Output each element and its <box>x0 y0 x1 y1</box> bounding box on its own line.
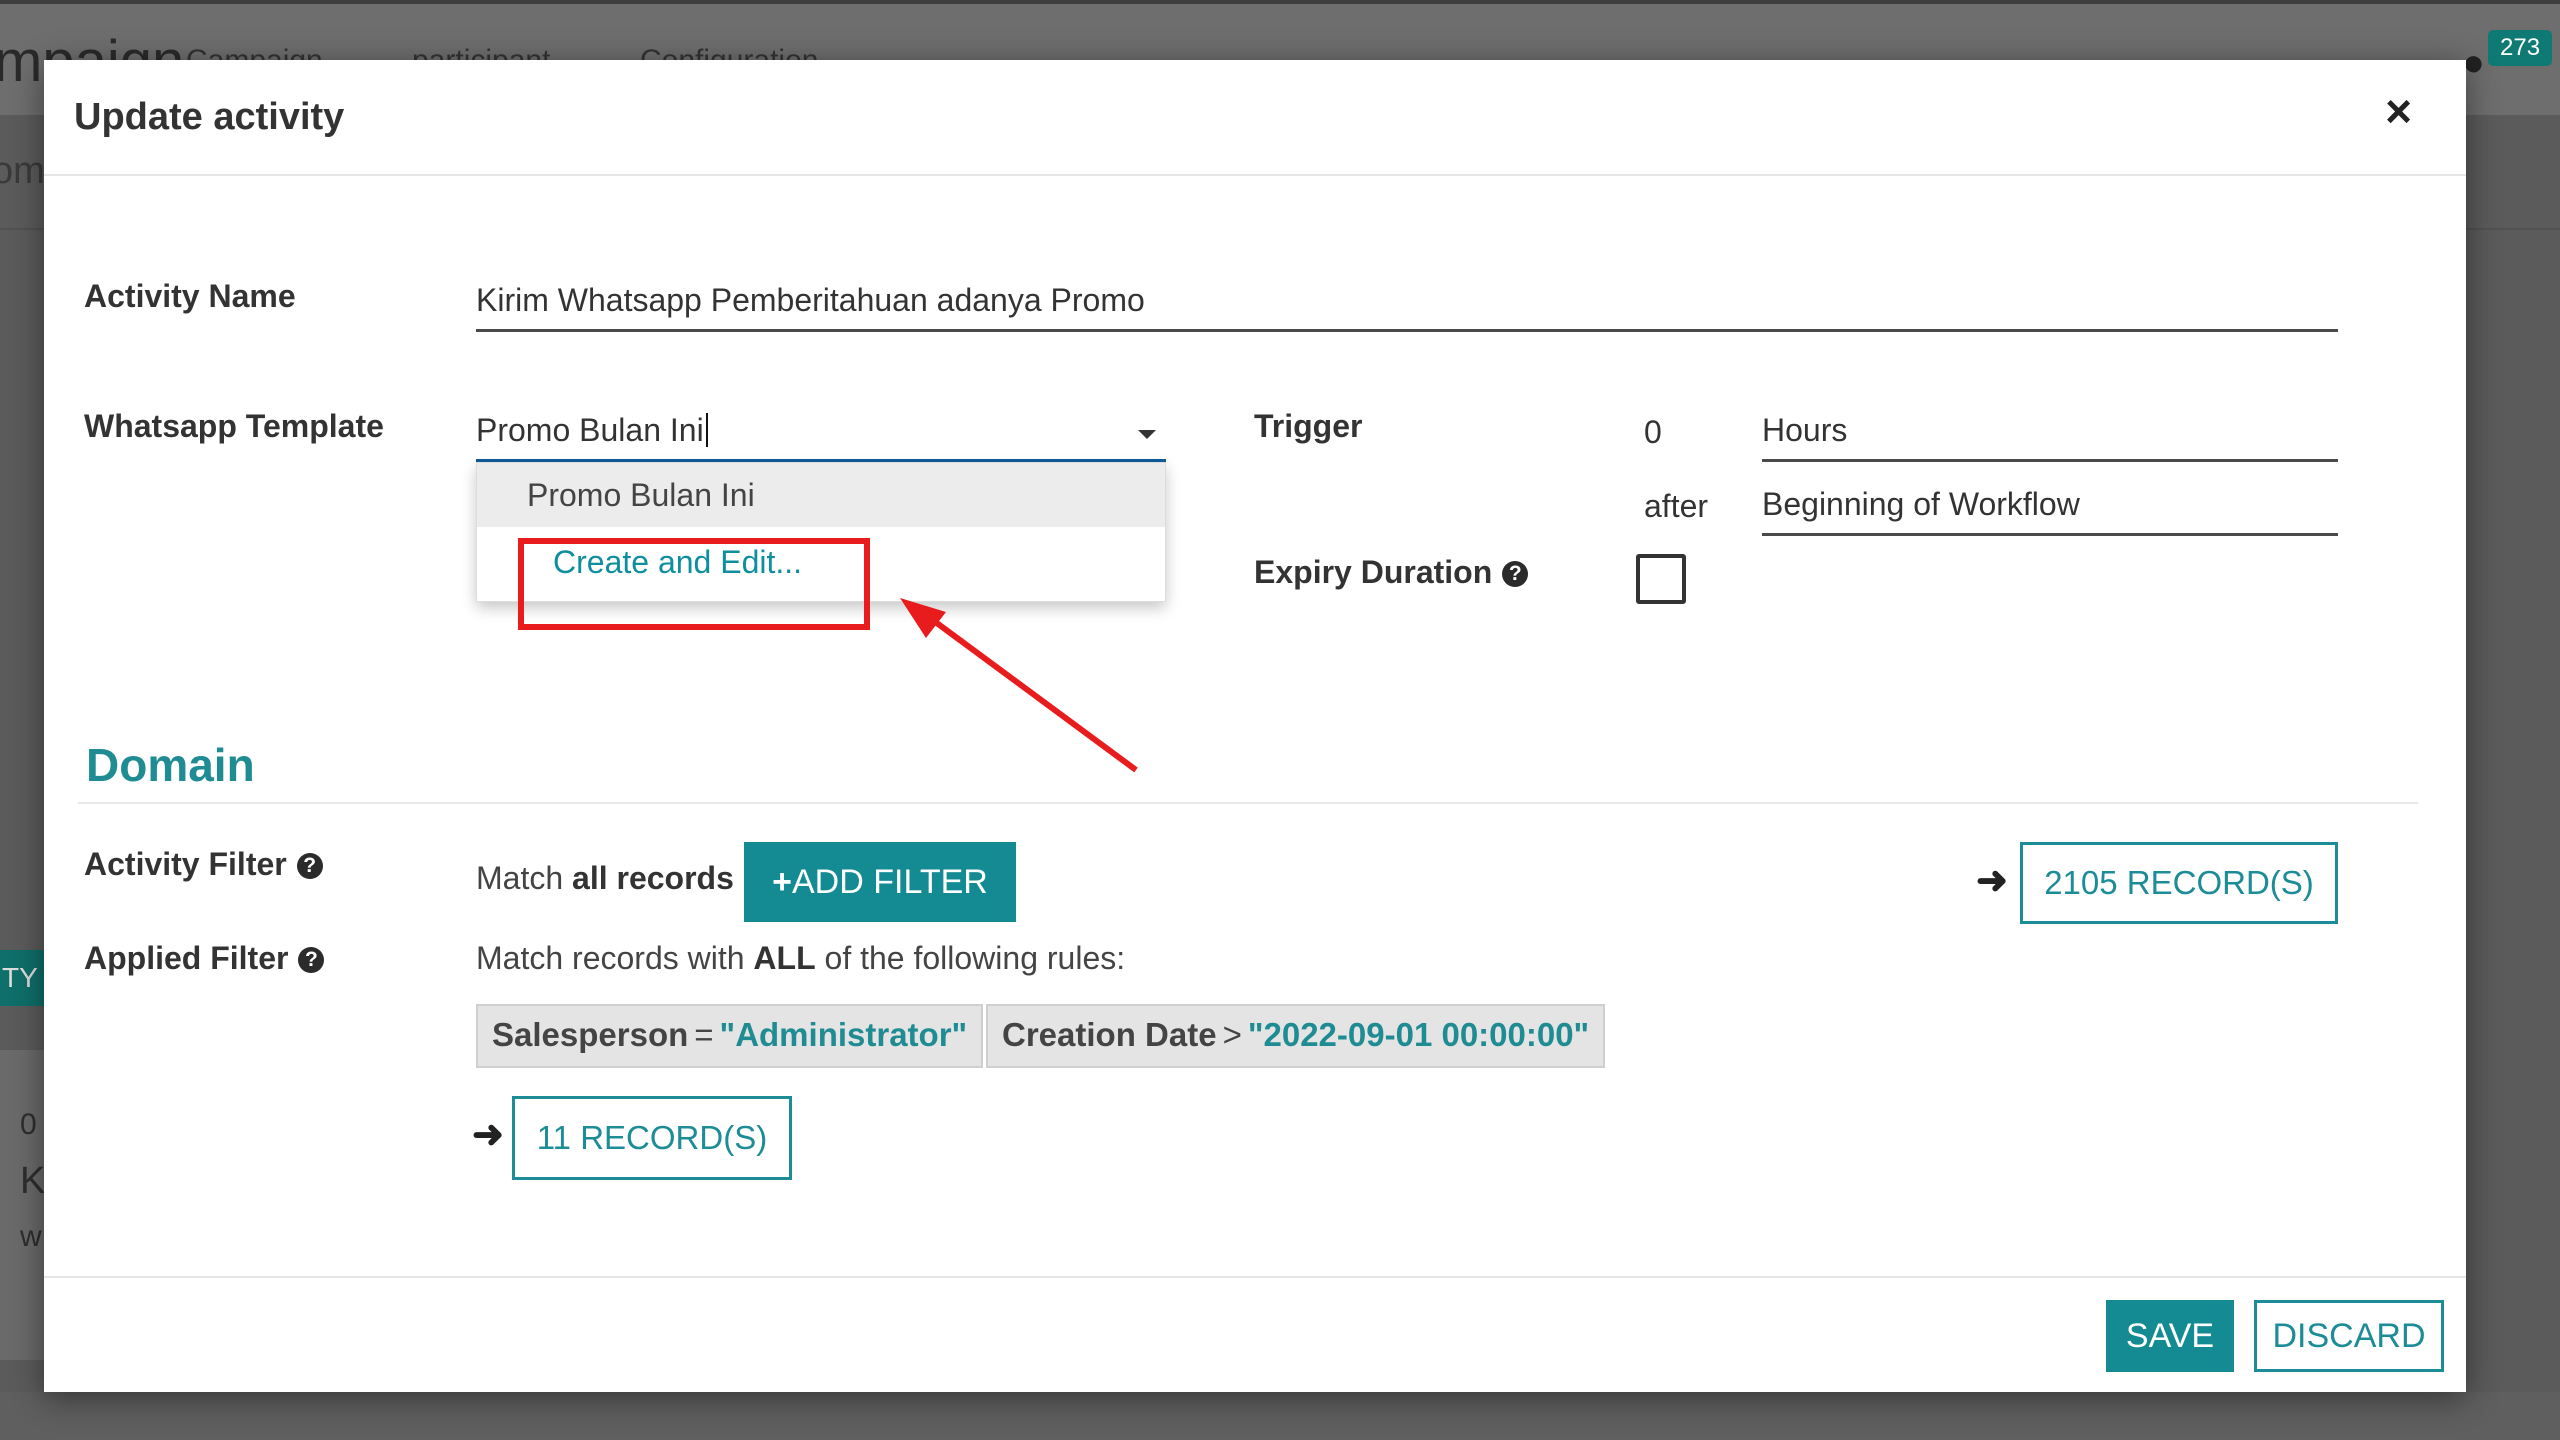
dialog-header: Update activity × <box>44 60 2466 176</box>
background-card-line: K <box>20 1160 46 1202</box>
dialog-title: Update activity <box>74 96 345 138</box>
whatsapp-template-input[interactable]: Promo Bulan Ini <box>476 412 1166 463</box>
arrow-right-icon: ➜ <box>472 1114 504 1156</box>
filtered-records-button[interactable]: 11 RECORD(S) <box>512 1096 792 1180</box>
activity-filter-text: Activity Filter <box>84 846 287 882</box>
background-card-line: 0 <box>20 1108 37 1141</box>
add-filter-label: ADD FILTER <box>792 863 988 901</box>
save-button[interactable]: SAVE <box>2106 1300 2234 1372</box>
chevron-down-icon[interactable] <box>1138 430 1156 439</box>
activity-filter-label: Activity Filter? <box>84 846 323 883</box>
background-bottom-bar <box>0 1392 2560 1440</box>
dropdown-option-promo-bulan-ini[interactable]: Promo Bulan Ini <box>477 463 1165 527</box>
add-filter-button[interactable]: +ADD FILTER <box>744 842 1016 922</box>
rules-bold: ALL <box>753 940 816 976</box>
text-cursor <box>705 413 708 447</box>
filter-chip-operator: = <box>694 1016 714 1053</box>
expiry-duration-checkbox[interactable] <box>1636 554 1686 604</box>
applied-rules-text: Match records with ALL of the following … <box>476 940 1125 977</box>
match-bold: all records <box>572 860 734 896</box>
whatsapp-template-value: Promo Bulan Ini <box>476 412 704 448</box>
applied-filter-text: Applied Filter <box>84 940 289 976</box>
filter-chip-field: Creation Date <box>1002 1016 1217 1053</box>
trigger-after-label: after <box>1644 488 1709 524</box>
arrow-right-icon: ➜ <box>1976 860 2008 902</box>
annotation-highlight-box <box>518 538 870 630</box>
notification-badge: 273 <box>2488 30 2553 66</box>
footer-divider <box>44 1276 2466 1278</box>
background-button: TY <box>0 950 46 1006</box>
help-icon[interactable]: ? <box>298 947 325 973</box>
filter-chip-value: "2022-09-01 00:00:00" <box>1247 1016 1590 1053</box>
trigger-type-select[interactable]: Beginning of Workflow <box>1762 486 2338 536</box>
discard-button[interactable]: DISCARD <box>2254 1300 2444 1372</box>
plus-icon: + <box>772 863 792 901</box>
filter-chip-field: Salesperson <box>492 1016 689 1053</box>
filter-chip-value: "Administrator" <box>719 1016 968 1053</box>
applied-filter-label: Applied Filter? <box>84 940 325 977</box>
total-records-button[interactable]: 2105 RECORD(S) <box>2020 842 2338 924</box>
trigger-label: Trigger <box>1254 408 1363 444</box>
domain-section-title: Domain <box>86 739 255 791</box>
filter-chip-operator: > <box>1222 1016 1242 1053</box>
background-subtitle: om <box>0 150 45 192</box>
activity-name-label: Activity Name <box>84 278 296 314</box>
rules-prefix: Match records with <box>476 940 745 976</box>
trigger-interval-unit-value: Hours <box>1762 412 1848 448</box>
help-icon[interactable]: ? <box>1502 561 1529 587</box>
filter-chip[interactable]: Creation Date > "2022-09-01 00:00:00" <box>986 1004 1606 1068</box>
match-prefix: Match <box>476 860 564 896</box>
close-icon[interactable]: × <box>2385 88 2412 134</box>
domain-divider <box>78 802 2418 804</box>
filter-chip[interactable]: Salesperson = "Administrator" <box>476 1004 984 1068</box>
trigger-type-value: Beginning of Workflow <box>1762 486 2080 522</box>
activity-name-value: Kirim Whatsapp Pemberitahuan adanya Prom… <box>476 282 1145 318</box>
background-card-line: w <box>20 1220 42 1253</box>
whatsapp-template-label: Whatsapp Template <box>84 408 384 444</box>
trigger-interval-unit-select[interactable]: Hours <box>1762 412 2338 462</box>
match-all-records-text: Match all records <box>476 860 734 897</box>
trigger-interval-number[interactable]: 0 <box>1644 414 1662 451</box>
activity-name-input[interactable]: Kirim Whatsapp Pemberitahuan adanya Prom… <box>476 282 2338 332</box>
expiry-duration-label: Expiry Duration? <box>1254 554 1529 591</box>
update-activity-dialog: Update activity × Activity Name Kirim Wh… <box>44 60 2466 1392</box>
rules-suffix: of the following rules: <box>824 940 1126 976</box>
help-icon[interactable]: ? <box>296 853 323 879</box>
expiry-duration-text: Expiry Duration <box>1254 554 1493 590</box>
